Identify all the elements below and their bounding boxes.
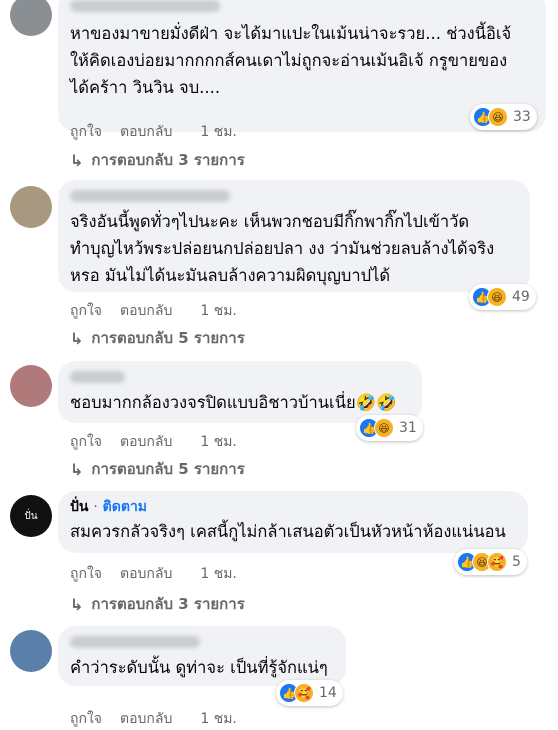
author-name[interactable]: ปั่น	[70, 499, 88, 515]
author-row: ปั่น · ติดตาม	[70, 497, 516, 517]
avatar[interactable]	[10, 365, 52, 407]
like-button[interactable]: ถูกใจ	[70, 121, 102, 143]
view-replies-link[interactable]: ↳ การตอบกลับ 3 รายการ	[70, 148, 245, 172]
like-button[interactable]: ถูกใจ	[70, 563, 102, 585]
reaction-count: 49	[512, 289, 530, 305]
timestamp[interactable]: 1 ชม.	[200, 121, 237, 143]
care-icon: 🥰	[487, 552, 507, 572]
view-replies-link[interactable]: ↳ การตอบกลับ 3 รายการ	[70, 592, 245, 616]
reaction-count: 33	[513, 109, 531, 125]
reaction-summary[interactable]: 👍 😆 🥰 5	[454, 549, 527, 575]
avatar[interactable]	[10, 630, 52, 672]
view-replies-link[interactable]: ↳ การตอบกลับ 5 รายการ	[70, 457, 245, 481]
reply-arrow-icon: ↳	[70, 328, 84, 348]
comment-actions: ถูกใจ ตอบกลับ 1 ชม.	[70, 708, 237, 730]
timestamp[interactable]: 1 ชม.	[200, 563, 237, 585]
avatar[interactable]: ปั่น	[10, 495, 52, 537]
reaction-count: 5	[512, 554, 521, 570]
reaction-summary[interactable]: 👍 😆 33	[470, 104, 537, 130]
comment-bubble: ปั่น · ติดตาม สมควรกลัวจริงๆ เคสนี้กูไม่…	[58, 491, 528, 553]
reply-button[interactable]: ตอบกลับ	[120, 708, 172, 730]
comment-actions: ถูกใจ ตอบกลับ 1 ชม.	[70, 431, 237, 453]
like-button[interactable]: ถูกใจ	[70, 708, 102, 730]
reply-arrow-icon: ↳	[70, 594, 84, 614]
comment-bubble: ชอบมากกล้องวงจรปิดแบบอิชาวบ้านเนี่ย🤣🤣	[58, 361, 422, 423]
haha-icon: 😆	[487, 287, 507, 307]
replies-label: การตอบกลับ 5 รายการ	[91, 460, 245, 478]
care-icon: 🥰	[294, 683, 314, 703]
reply-button[interactable]: ตอบกลับ	[120, 431, 172, 453]
reaction-count: 14	[319, 685, 337, 701]
reaction-summary[interactable]: 👍 😆 31	[356, 415, 423, 441]
reply-button[interactable]: ตอบกลับ	[120, 563, 172, 585]
avatar[interactable]	[10, 186, 52, 228]
comment-actions: ถูกใจ ตอบกลับ 1 ชม.	[70, 300, 237, 322]
comment-text: ชอบมากกล้องวงจรปิดแบบอิชาวบ้านเนี่ย🤣🤣	[70, 393, 397, 412]
comment-text: สมควรกลัวจริงๆ เคสนี้กูไม่กล้าเสนอตัวเป็…	[70, 522, 506, 541]
view-replies-link[interactable]: ↳ การตอบกลับ 5 รายการ	[70, 326, 245, 350]
comment-text: จริงอันนี้พูดทั่วๆไปนะคะ เห็นพวกชอบมีกิ๊…	[70, 212, 495, 285]
author-name-blurred[interactable]	[70, 0, 220, 12]
follow-button[interactable]: ติดตาม	[103, 499, 147, 515]
like-button[interactable]: ถูกใจ	[70, 300, 102, 322]
haha-icon: 😆	[488, 107, 508, 127]
comment-text: หาของมาขายมั่งดีฝ่า จะได้มาแปะในเม้นน่าจ…	[70, 24, 512, 97]
reply-arrow-icon: ↳	[70, 459, 84, 479]
reaction-summary[interactable]: 👍 🥰 14	[276, 680, 343, 706]
haha-icon: 😆	[374, 418, 394, 438]
timestamp[interactable]: 1 ชม.	[200, 431, 237, 453]
avatar-text: ปั่น	[24, 510, 38, 522]
author-name-blurred[interactable]	[70, 190, 230, 202]
reply-arrow-icon: ↳	[70, 150, 84, 170]
comment-actions: ถูกใจ ตอบกลับ 1 ชม.	[70, 563, 237, 585]
timestamp[interactable]: 1 ชม.	[200, 300, 237, 322]
comment-actions: ถูกใจ ตอบกลับ 1 ชม.	[70, 121, 237, 143]
replies-label: การตอบกลับ 5 รายการ	[91, 329, 245, 347]
reaction-count: 31	[399, 420, 417, 436]
author-name-blurred[interactable]	[70, 636, 200, 648]
like-button[interactable]: ถูกใจ	[70, 431, 102, 453]
comment-text: คำว่าระดับนั้น ดูท่าจะ เป็นที่รู้จักแน่ๆ	[70, 658, 328, 677]
replies-label: การตอบกลับ 3 รายการ	[91, 151, 245, 169]
reply-button[interactable]: ตอบกลับ	[120, 121, 172, 143]
avatar[interactable]	[10, 0, 52, 36]
separator: ·	[93, 499, 98, 515]
author-name-blurred[interactable]	[70, 371, 125, 383]
reaction-summary[interactable]: 👍 😆 49	[469, 284, 536, 310]
reply-button[interactable]: ตอบกลับ	[120, 300, 172, 322]
comment-bubble: คำว่าระดับนั้น ดูท่าจะ เป็นที่รู้จักแน่ๆ	[58, 626, 346, 686]
timestamp[interactable]: 1 ชม.	[200, 708, 237, 730]
replies-label: การตอบกลับ 3 รายการ	[91, 595, 245, 613]
comment-bubble: จริงอันนี้พูดทั่วๆไปนะคะ เห็นพวกชอบมีกิ๊…	[58, 180, 530, 292]
